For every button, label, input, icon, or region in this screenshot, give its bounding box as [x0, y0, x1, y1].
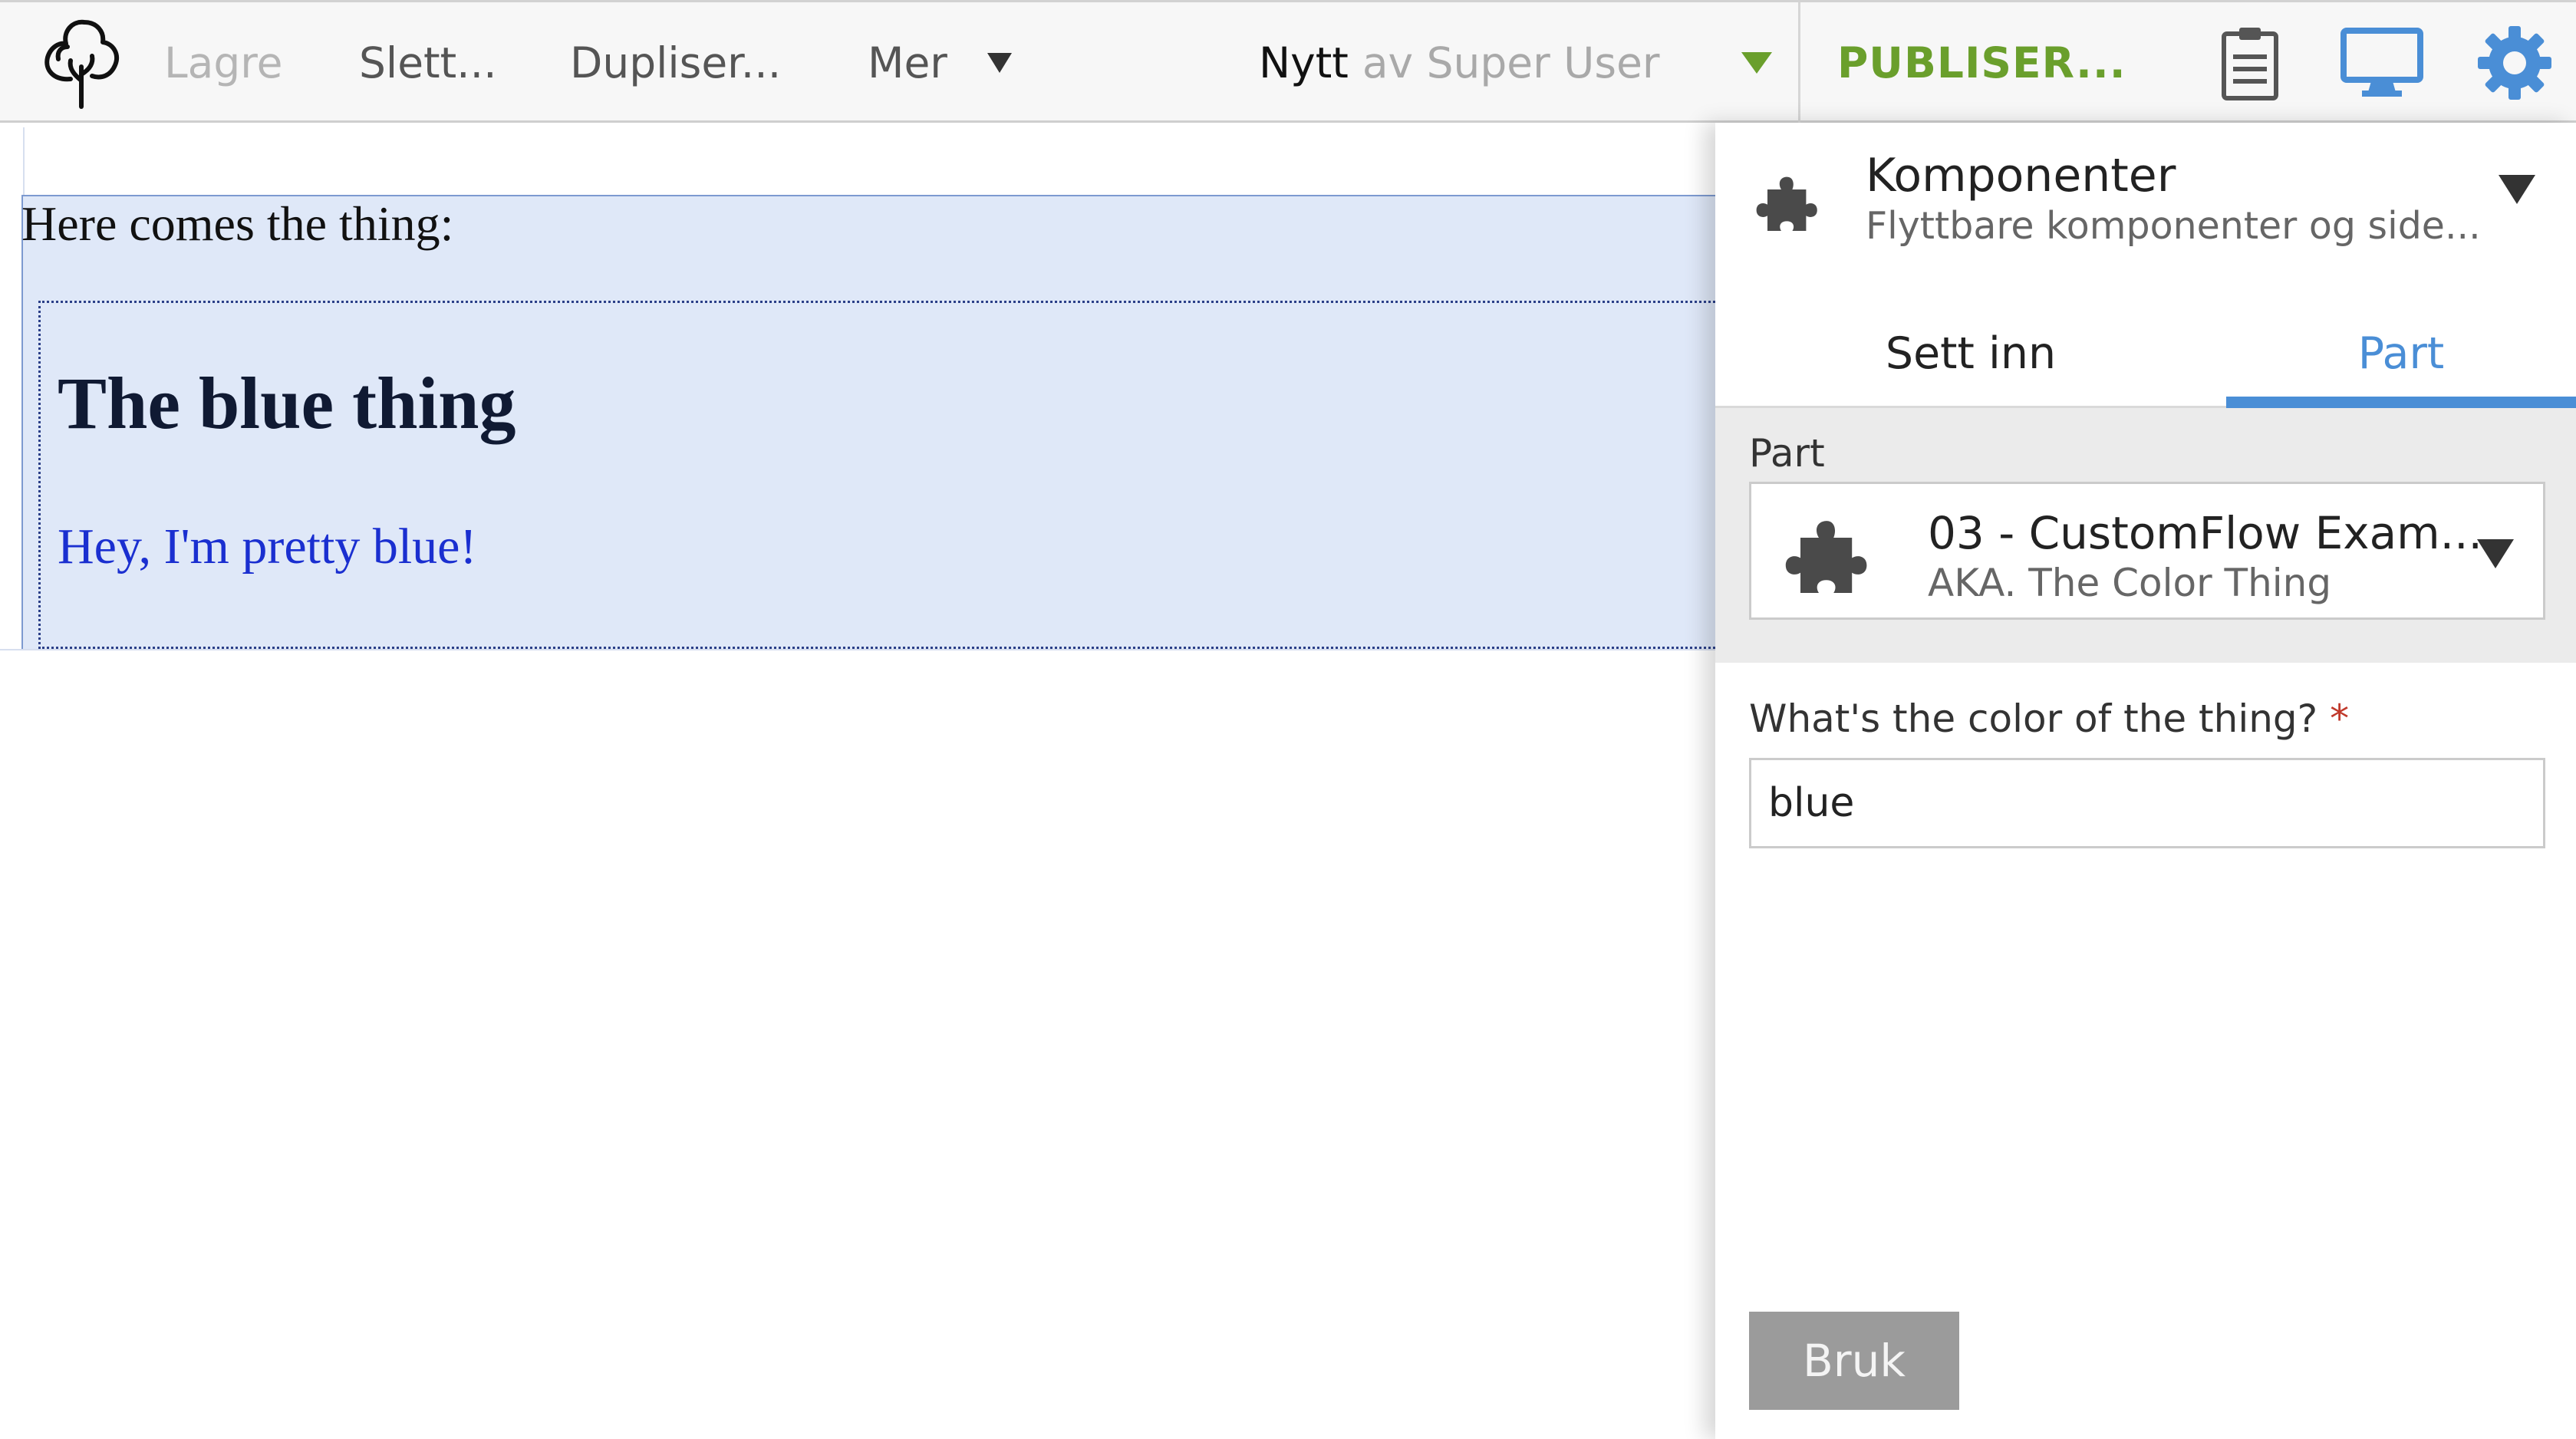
- layout-guide: [0, 649, 1715, 650]
- more-menu[interactable]: Mer: [868, 2, 1012, 123]
- part-section: Part 03 - CustomFlow Exam... AKA. The Co…: [1715, 408, 2576, 663]
- monitor-icon[interactable]: [2340, 21, 2424, 105]
- save-button[interactable]: Lagre: [164, 2, 283, 123]
- top-toolbar: Lagre Slett... Dupliser... Mer Nytt av S…: [0, 0, 2576, 123]
- chevron-down-icon: [2477, 539, 2514, 568]
- more-menu-label: Mer: [868, 38, 947, 87]
- chevron-down-icon[interactable]: [2499, 175, 2535, 204]
- puzzle-icon: [1782, 510, 1874, 602]
- tab-sett-inn[interactable]: Sett inn: [1715, 301, 2226, 406]
- delete-button[interactable]: Slett...: [359, 2, 497, 123]
- part-text: Hey, I'm pretty blue!: [58, 519, 477, 575]
- duplicate-button[interactable]: Dupliser...: [570, 2, 781, 123]
- color-field-label: What's the color of the thing? *: [1749, 696, 2349, 741]
- active-tab-indicator: [2226, 397, 2576, 408]
- status-author: av Super User: [1362, 38, 1660, 87]
- clipboard-icon[interactable]: [2208, 21, 2292, 105]
- part-selector[interactable]: 03 - CustomFlow Exam... AKA. The Color T…: [1749, 482, 2545, 620]
- part-label: Part: [1749, 431, 1825, 476]
- intro-text: Here comes the thing:: [21, 196, 454, 251]
- status-dropdown[interactable]: Nytt av Super User: [1259, 2, 1772, 123]
- puzzle-icon: [1754, 169, 1823, 238]
- tree-logo-icon[interactable]: [40, 2, 123, 123]
- required-marker: *: [2330, 696, 2350, 741]
- panel-tabs: Sett inn Part: [1715, 301, 2576, 408]
- chevron-down-icon: [987, 52, 1012, 73]
- status-state: Nytt: [1259, 38, 1349, 87]
- page-canvas: Here comes the thing: The blue thing Hey…: [0, 123, 1715, 1439]
- part-component[interactable]: The blue thing Hey, I'm pretty blue!: [38, 301, 1715, 649]
- color-field-label-text: What's the color of the thing?: [1749, 696, 2318, 741]
- apply-button[interactable]: Bruk: [1749, 1312, 1959, 1410]
- panel-title: Komponenter: [1866, 149, 2176, 203]
- color-input[interactable]: [1749, 758, 2545, 848]
- selected-part-subtitle: AKA. The Color Thing: [1928, 561, 2332, 605]
- publish-button[interactable]: PUBLISER...: [1837, 2, 2126, 123]
- status-caret-icon: [1741, 51, 1772, 74]
- tab-part[interactable]: Part: [2226, 301, 2576, 406]
- gear-icon[interactable]: [2472, 21, 2557, 105]
- panel-subtitle: Flyttbare komponenter og side...: [1866, 204, 2481, 248]
- part-heading: The blue thing: [58, 362, 516, 444]
- selected-part-title: 03 - CustomFlow Exam...: [1928, 507, 2482, 559]
- toolbar-divider: [1798, 2, 1800, 123]
- components-panel: Komponenter Flyttbare komponenter og sid…: [1715, 123, 2576, 1439]
